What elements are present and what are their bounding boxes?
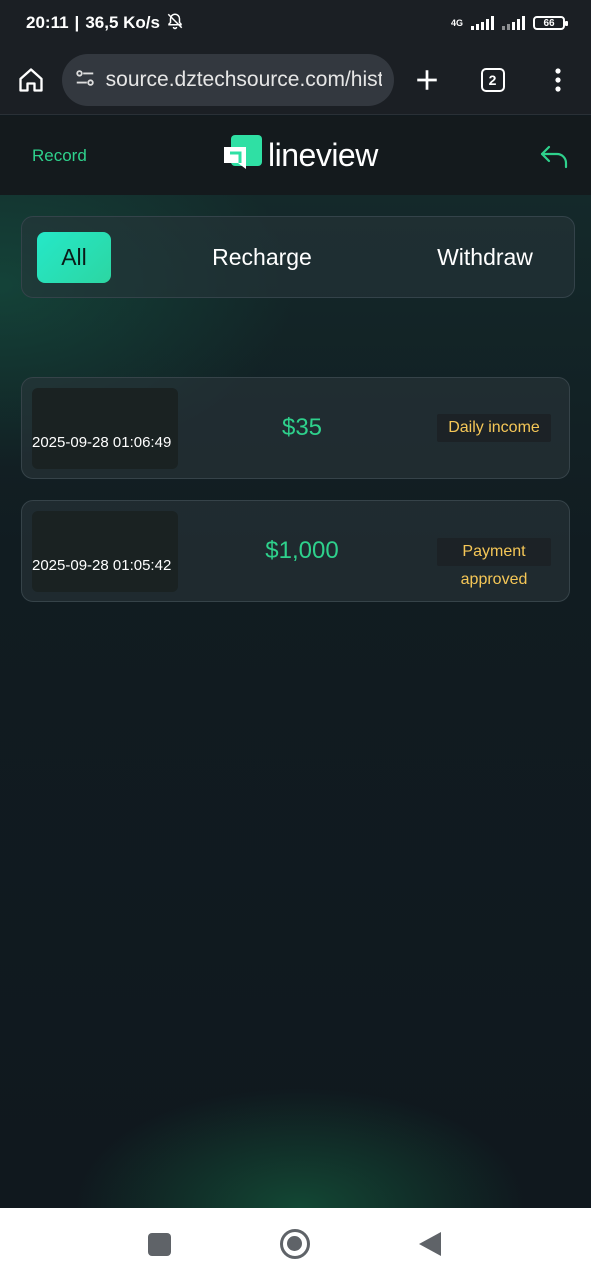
record-card[interactable]: 2025-09-28 01:05:42 $1,000 Payment appro… — [21, 500, 570, 602]
filter-tabs: All Recharge Withdraw — [21, 216, 575, 298]
signal-icon — [471, 16, 494, 30]
net-speed: 36,5 Ko/s — [85, 13, 160, 32]
app-header: Record lineview — [0, 116, 591, 195]
record-link[interactable]: Record — [32, 146, 87, 166]
recent-apps-button[interactable] — [148, 1233, 171, 1256]
undo-arrow-icon — [540, 145, 568, 169]
record-card[interactable]: 2025-09-28 01:06:49 $35 Daily income — [21, 377, 570, 479]
record-thumbnail — [32, 511, 178, 592]
plus-icon — [417, 70, 437, 90]
home-icon — [19, 68, 43, 92]
system-nav-bar — [0, 1208, 591, 1280]
record-date: 2025-09-28 01:06:49 — [32, 434, 172, 451]
clock: 20:11 — [26, 13, 69, 32]
status-bar: 20:11 | 36,5 Ko/s 4G 66 — [0, 0, 591, 46]
record-thumbnail — [32, 388, 178, 469]
back-nav-button[interactable] — [419, 1232, 441, 1256]
home-button[interactable] — [280, 1229, 310, 1259]
lineview-logo-icon — [224, 135, 262, 169]
status-badge-line2: approved — [460, 571, 528, 588]
more-vert-icon — [555, 68, 561, 92]
battery-icon: 66 — [533, 16, 568, 30]
new-tab-button[interactable] — [394, 46, 460, 115]
main-content: All Recharge Withdraw 2025-09-28 01:06:4… — [0, 195, 591, 1208]
record-amount: $35 — [281, 414, 323, 441]
status-badge: Daily income — [437, 414, 551, 442]
status-separator: | — [74, 13, 80, 32]
browser-menu-button[interactable] — [525, 46, 591, 115]
battery-level: 66 — [543, 17, 555, 29]
logo-text: lineview — [268, 136, 378, 173]
back-button[interactable] — [536, 138, 572, 174]
browser-toolbar: source.dztechsource.com/history 2 — [0, 46, 591, 115]
browser-home-button[interactable] — [0, 46, 62, 115]
bell-off-icon — [166, 12, 184, 35]
record-date: 2025-09-28 01:05:42 — [32, 557, 172, 574]
logo: lineview — [222, 134, 378, 176]
tab-switcher-button[interactable]: 2 — [460, 46, 526, 115]
signal-icon-2 — [502, 16, 525, 30]
tab-all[interactable]: All — [37, 232, 111, 283]
site-settings-icon[interactable] — [74, 67, 96, 94]
tab-count: 2 — [480, 68, 505, 92]
status-badge: Payment — [437, 538, 551, 566]
network-type-label: 4G — [450, 17, 463, 28]
url-text: source.dztechsource.com/history — [105, 68, 383, 91]
tab-recharge[interactable]: Recharge — [192, 232, 332, 283]
record-amount: $1,000 — [265, 537, 339, 564]
tab-withdraw[interactable]: Withdraw — [420, 232, 550, 283]
address-bar[interactable]: source.dztechsource.com/history — [61, 54, 395, 106]
